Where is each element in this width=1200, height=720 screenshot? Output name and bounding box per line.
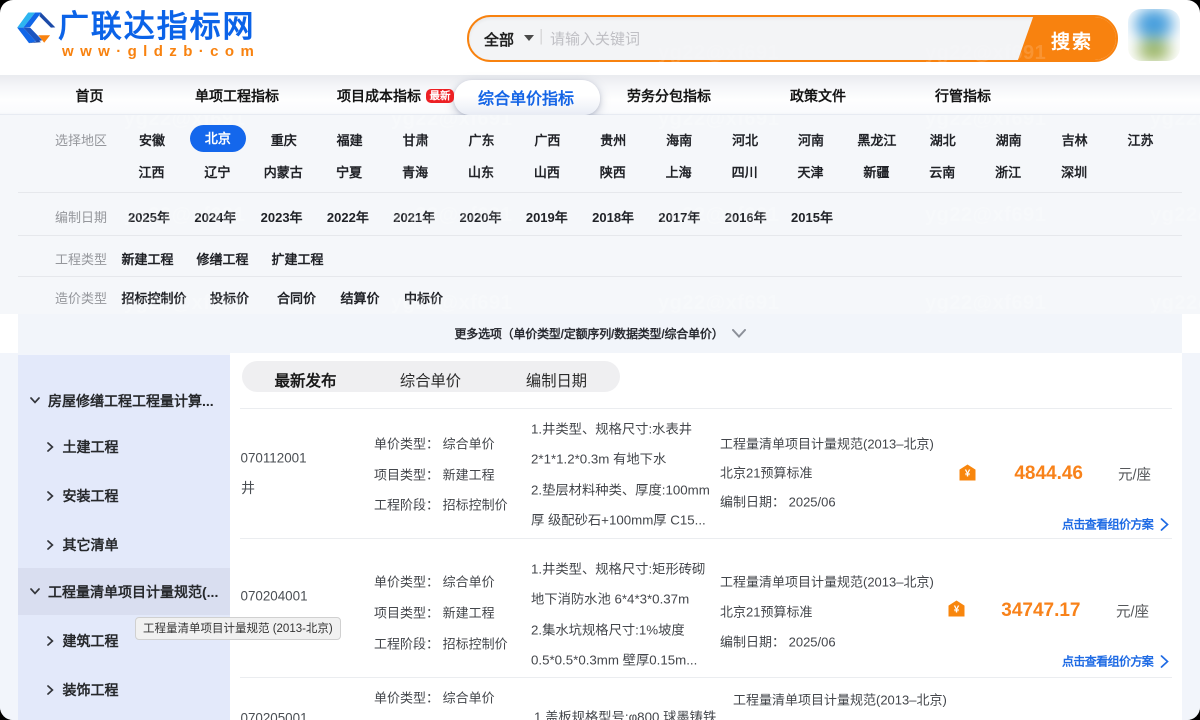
svg-text:¥: ¥ bbox=[954, 604, 960, 615]
svg-text:¥: ¥ bbox=[965, 469, 971, 480]
